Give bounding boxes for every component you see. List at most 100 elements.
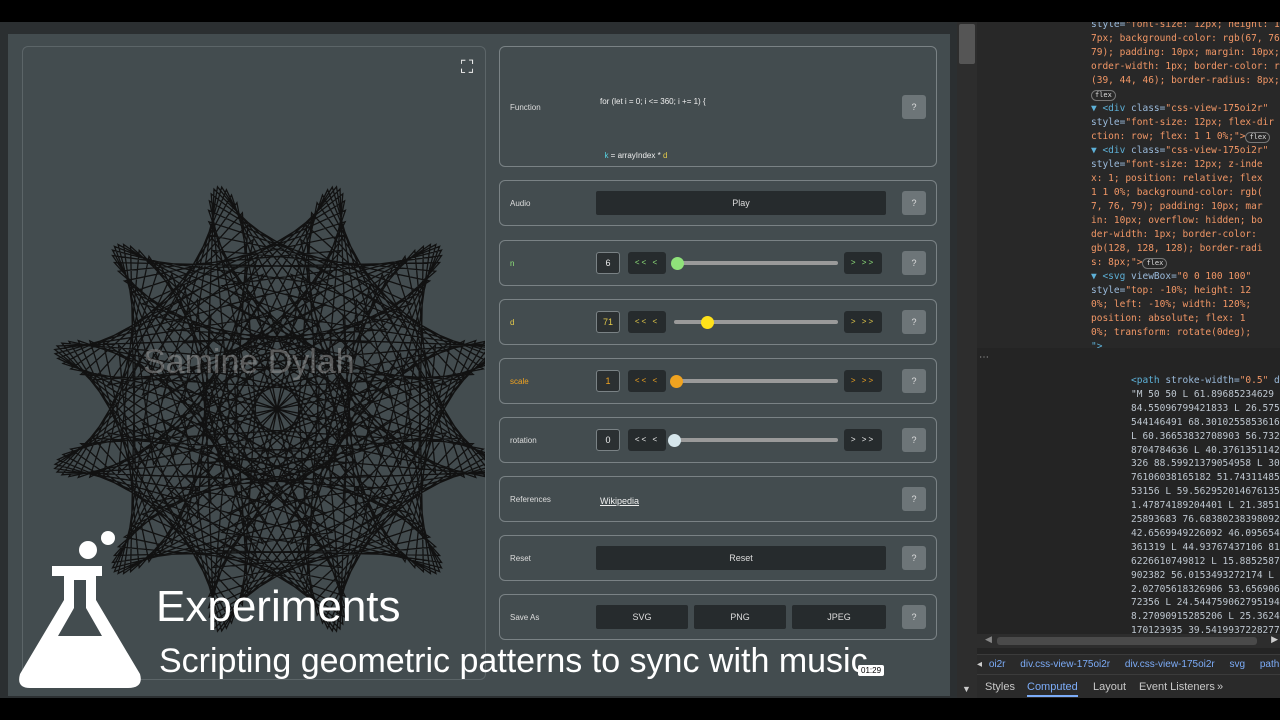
breadcrumb-item[interactable]: div.css-view-175oi2r <box>1020 659 1110 670</box>
breadcrumb-item[interactable]: svg <box>1230 659 1246 670</box>
devtools-code-line: ▼ <svg viewBox="0 0 100 100" <box>1091 270 1251 284</box>
code-token: 361319 L 44.93767437106 81 <box>1131 541 1280 553</box>
n-increment-buttons[interactable]: > >> <box>844 252 882 274</box>
audio-help-button[interactable]: ? <box>902 191 926 215</box>
devtools-code-line: s: 8px;"> flex <box>1091 256 1168 270</box>
references-help-button[interactable]: ? <box>902 487 926 511</box>
n-help-button[interactable]: ? <box>902 251 926 275</box>
code-token: style= <box>1091 159 1126 170</box>
breadcrumb-item[interactable]: oi2r <box>989 659 1006 670</box>
tabs-overflow-icon[interactable]: » <box>1217 675 1223 698</box>
code-token: "css-view-175oi2r" <box>1165 145 1269 156</box>
code-token: 902382 56.0153493272174 L <box>1131 569 1274 581</box>
devtools-code-line: 902382 56.0153493272174 L <box>1131 569 1274 583</box>
code-token: L 60.36653832708903 56.732 <box>1131 430 1280 442</box>
rotation-slider-thumb[interactable] <box>668 433 681 447</box>
save-jpeg-button[interactable]: JPEG <box>792 605 886 629</box>
save-svg-button[interactable]: SVG <box>596 605 688 629</box>
function-help-button[interactable]: ? <box>902 95 926 119</box>
scale-slider[interactable] <box>669 374 838 388</box>
devtools-code-line: style="font-size: 12px; flex-dir <box>1091 116 1274 130</box>
page-scrollbar[interactable]: ▼ <box>957 22 977 698</box>
devtools-code-line: ▼ <div class="css-view-175oi2r" <box>1091 102 1268 116</box>
breadcrumb-item[interactable]: path <box>1260 659 1279 670</box>
rotation-increment-buttons[interactable]: > >> <box>844 429 882 451</box>
scale-card: scale 1 << < > >> ? <box>499 358 937 404</box>
d-slider[interactable] <box>674 315 838 329</box>
n-slider[interactable] <box>671 256 838 270</box>
tab-computed[interactable]: Computed <box>1027 675 1078 697</box>
code-token: 79); padding: 10px; margin: 10px; <box>1091 47 1280 58</box>
rotation-decrement-buttons[interactable]: << < <box>628 429 666 451</box>
devtools-code-line: 84.55096799421833 L 26.575 <box>1131 402 1280 416</box>
save-card: Save As SVG PNG JPEG ? <box>499 594 937 640</box>
code-token: stroke-width= <box>1165 375 1240 386</box>
d-help-button[interactable]: ? <box>902 310 926 334</box>
overlay-title: Experiments <box>156 582 401 631</box>
devtools-code-line: order-width: 1px; border-color: rg <box>1091 60 1280 74</box>
breadcrumb: ◂ oi2r div.css-view-175oi2r div.css-view… <box>977 654 1280 674</box>
n-label: n <box>510 259 515 268</box>
devtools-code-line: in: 10px; overflow: hidden; bo <box>1091 214 1263 228</box>
rotation-label: rotation <box>510 436 537 445</box>
tab-styles[interactable]: Styles <box>985 675 1015 698</box>
code-token: 53156 L 59.562952014676135 <box>1131 486 1280 498</box>
d-slider-thumb[interactable] <box>700 315 714 329</box>
code-token: ▼ <div <box>1091 103 1132 114</box>
code-token: 76106038165182 51.74311485 <box>1131 472 1280 484</box>
reset-help-button[interactable]: ? <box>902 546 926 570</box>
n-slider-thumb[interactable] <box>671 256 685 270</box>
horizontal-scroll-thumb[interactable] <box>997 637 1257 645</box>
code-token: 42.6569949226092 46.0956549 <box>1131 527 1280 539</box>
code-token: 6226610749812 L 15.88525873 <box>1131 555 1280 567</box>
play-button[interactable]: Play <box>596 191 886 215</box>
elements-tree: style="font-size: 12px; height: 1 7px; ba… <box>977 22 1280 352</box>
breadcrumb-item[interactable]: div.css-view-175oi2r <box>1125 659 1215 670</box>
fullscreen-icon[interactable]: ⛶ <box>457 57 477 77</box>
scroll-left-arrow-icon[interactable]: ◀ <box>985 634 992 645</box>
devtools-code-line: style="font-size: 12px; height: 1 <box>1091 22 1280 32</box>
devtools-horizontal-scrollbar[interactable]: ◀ ▶ <box>977 634 1280 648</box>
scroll-down-arrow-icon[interactable]: ▼ <box>962 684 971 694</box>
code-token: <path <box>1131 375 1166 386</box>
code-token: style= <box>1091 117 1126 128</box>
tab-event-listeners[interactable]: Event Listeners <box>1139 675 1215 698</box>
page-scroll-thumb[interactable] <box>959 24 975 64</box>
n-decrement-buttons[interactable]: << < <box>628 252 666 274</box>
reset-button[interactable]: Reset <box>596 546 886 570</box>
scale-label: scale <box>510 377 529 386</box>
d-increment-buttons[interactable]: > >> <box>844 311 882 333</box>
code-token: "top: -10%; height: 12 <box>1125 285 1252 296</box>
devtools-code-line: 7, 76, 79); padding: 10px; mar <box>1091 200 1263 214</box>
scale-slider-thumb[interactable] <box>669 374 683 388</box>
devtools-code-line: 1.47874189204401 L 21.3851 <box>1131 499 1280 513</box>
scroll-right-arrow-icon[interactable]: ▶ <box>1271 634 1278 645</box>
d-decrement-buttons[interactable]: << < <box>628 311 666 333</box>
code-token: der-width: 1px; border-color: <box>1091 229 1257 240</box>
code-token: 2.02705618326906 53.6569063 <box>1131 583 1280 595</box>
d-card: d 71 << < > >> ? <box>499 299 937 345</box>
rotation-slider[interactable] <box>668 433 838 447</box>
tab-layout[interactable]: Layout <box>1093 675 1126 698</box>
devtools-code-line: style="font-size: 12px; z-inde <box>1091 158 1263 172</box>
function-card: Function for (let i = 0; i <= 360; i += … <box>499 46 937 376</box>
more-dots-icon[interactable]: ⋯ <box>979 352 989 363</box>
d-value-input[interactable]: 71 <box>596 311 620 333</box>
code-line-1: for (let i = 0; i <= 360; i += 1) { <box>600 97 706 106</box>
breadcrumb-left-arrow-icon[interactable]: ◂ <box>977 659 982 670</box>
rotation-help-button[interactable]: ? <box>902 428 926 452</box>
scale-decrement-buttons[interactable]: << < <box>628 370 666 392</box>
scale-help-button[interactable]: ? <box>902 369 926 393</box>
save-help-button[interactable]: ? <box>902 605 926 629</box>
code-token: in: 10px; overflow: hidden; bo <box>1091 215 1263 226</box>
rotation-value-input[interactable]: 0 <box>596 429 620 451</box>
references-label: References <box>510 495 551 504</box>
flex-badge: flex <box>1091 90 1116 101</box>
devtools-code-line: position: absolute; flex: 1 <box>1091 312 1245 326</box>
devtools-code-line: der-width: 1px; border-color: <box>1091 228 1257 242</box>
wikipedia-link[interactable]: Wikipedia <box>600 496 639 506</box>
n-value-input[interactable]: 6 <box>596 252 620 274</box>
scale-value-input[interactable]: 1 <box>596 370 620 392</box>
save-png-button[interactable]: PNG <box>694 605 786 629</box>
scale-increment-buttons[interactable]: > >> <box>844 370 882 392</box>
